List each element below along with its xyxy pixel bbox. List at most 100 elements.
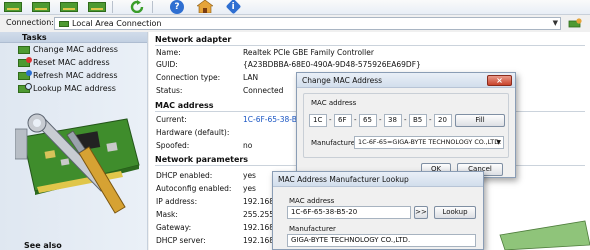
refresh-icon xyxy=(130,0,144,13)
fill-button[interactable]: Fill xyxy=(455,114,505,127)
mac-address-label: MAC address xyxy=(311,99,357,107)
lookup-dialog-title: MAC Address Manufacturer Lookup xyxy=(273,172,483,187)
adapter-name-label: Name: xyxy=(156,48,181,57)
current-mac-label: Current: xyxy=(156,115,187,124)
manufacturer-selected-value: 1C-6F-65=GIGA-BYTE TECHNOLOGY CO.,LTD. xyxy=(358,138,502,146)
spoofed-value: no xyxy=(243,141,253,150)
change-mac-dialog: Change MAC Address × MAC address 1C - 6F… xyxy=(296,72,516,178)
home-icon xyxy=(197,0,213,13)
network-card-refresh-icon xyxy=(18,69,32,80)
lookup-manufacturer-output: GIGA-BYTE TECHNOLOGY CO.,LTD. xyxy=(287,234,476,247)
task-label: Lookup MAC address xyxy=(33,84,116,93)
network-card-icon xyxy=(59,20,69,27)
ip-address-value: 192.168 xyxy=(243,197,275,206)
task-label: Reset MAC address xyxy=(33,58,110,67)
task-label: Refresh MAC address xyxy=(33,71,118,80)
info-icon: i xyxy=(225,0,241,15)
home-toolbar-button[interactable] xyxy=(194,0,216,13)
reset-mac-toolbar-button[interactable] xyxy=(30,0,52,13)
dhcp-server-label: DHCP server: xyxy=(156,236,206,245)
manufacturer-select[interactable]: 1C-6F-65=GIGA-BYTE TECHNOLOGY CO.,LTD. ▼ xyxy=(354,136,504,149)
task-lookup-mac[interactable]: Lookup MAC address xyxy=(0,82,147,95)
tasks-panel: Tasks Change MAC address Reset MAC addre… xyxy=(0,32,148,250)
lookup-button[interactable]: Lookup xyxy=(434,206,476,219)
mac-octet-6-input[interactable]: 20 xyxy=(434,114,452,127)
connection-label: Connection: xyxy=(6,18,54,27)
refresh-mac-toolbar-button[interactable] xyxy=(58,0,80,13)
history-button[interactable]: >> xyxy=(414,206,428,219)
toolbar-separator xyxy=(112,1,113,13)
refresh-connections-icon[interactable] xyxy=(568,18,582,29)
autoconfig-enabled-value: yes xyxy=(243,184,256,193)
lookup-mac-label: MAC address xyxy=(289,197,335,205)
octet-separator: - xyxy=(379,116,382,124)
status-value: Connected xyxy=(243,86,284,95)
change-mac-dialog-title: Change MAC Address × xyxy=(297,73,515,88)
connection-type-label: Connection type: xyxy=(156,73,221,82)
hardware-mac-label: Hardware (default): xyxy=(156,128,230,137)
dhcp-enabled-label: DHCP enabled: xyxy=(156,171,213,180)
network-card-reset-icon xyxy=(18,56,32,67)
dhcp-server-value: 192.168 xyxy=(243,236,275,245)
manufacturer-lookup-dialog: MAC Address Manufacturer Lookup MAC addr… xyxy=(272,171,484,250)
network-card-icon xyxy=(32,1,50,12)
current-mac-value[interactable]: 1C-6F-65-38-B5 xyxy=(243,115,302,124)
connection-select[interactable]: Local Area Connection ▼ xyxy=(54,17,561,30)
manufacturer-label: Manufacturer xyxy=(311,139,358,147)
network-card-icon xyxy=(60,1,78,12)
dialog-title-text: MAC Address Manufacturer Lookup xyxy=(278,175,409,184)
mac-octet-4-input[interactable]: 38 xyxy=(384,114,402,127)
octet-separator: - xyxy=(429,116,432,124)
chevron-down-icon: ▼ xyxy=(496,139,501,146)
connection-bar: Connection: Local Area Connection ▼ xyxy=(0,16,590,31)
adapter-guid-value: {A23BDBBA-68E0-490A-9D48-575926EA69DF} xyxy=(243,60,421,69)
help-toolbar-button[interactable]: ? xyxy=(166,0,188,14)
lookup-mac-toolbar-button[interactable] xyxy=(86,0,108,13)
octet-separator: - xyxy=(329,116,332,124)
mask-value: 255.255 xyxy=(243,210,275,219)
gateway-label: Gateway: xyxy=(156,223,192,232)
network-adapter-title: Network adapter xyxy=(155,35,232,44)
see-also-title: See also xyxy=(24,241,62,250)
chevron-down-icon: ▼ xyxy=(552,19,558,27)
adapter-name-value: Realtek PCIe GBE Family Controller xyxy=(243,48,374,57)
change-mac-toolbar-button[interactable] xyxy=(2,0,24,13)
toolbar-separator xyxy=(152,1,153,13)
dialog-title-text: Change MAC Address xyxy=(302,76,383,85)
refresh-toolbar-button[interactable] xyxy=(126,0,148,13)
help-icon: ? xyxy=(170,0,184,14)
task-change-mac[interactable]: Change MAC address xyxy=(0,43,147,56)
lookup-mac-input[interactable]: 1C-6F-65-38-B5-20 xyxy=(287,206,411,219)
gateway-value: 192.168 xyxy=(243,223,275,232)
mac-octet-5-input[interactable]: B5 xyxy=(409,114,427,127)
network-card-icon xyxy=(4,1,22,12)
network-card-search-icon xyxy=(18,82,32,93)
octet-separator: - xyxy=(354,116,357,124)
mac-octet-2-input[interactable]: 6F xyxy=(334,114,352,127)
about-toolbar-button[interactable]: i xyxy=(222,0,244,15)
lookup-manufacturer-label: Manufacturer xyxy=(289,225,336,233)
connection-type-value: LAN xyxy=(243,73,259,82)
network-card-thumbnail-icon xyxy=(499,220,590,250)
dhcp-enabled-value: yes xyxy=(243,171,256,180)
help-glyph: ? xyxy=(174,1,180,12)
task-refresh-mac[interactable]: Refresh MAC address xyxy=(0,69,147,82)
ip-address-label: IP address: xyxy=(156,197,198,206)
network-card-icon xyxy=(18,45,30,54)
mac-octet-3-input[interactable]: 65 xyxy=(359,114,377,127)
connection-selected-value: Local Area Connection xyxy=(72,19,162,28)
toolbar: ? i xyxy=(0,0,590,15)
tasks-title: Tasks xyxy=(0,32,147,43)
task-reset-mac[interactable]: Reset MAC address xyxy=(0,56,147,69)
info-glyph: i xyxy=(231,1,235,12)
adapter-guid-label: GUID: xyxy=(156,60,178,69)
autoconfig-enabled-label: Autoconfig enabled: xyxy=(156,184,232,193)
task-label: Change MAC address xyxy=(33,45,118,54)
network-card-tools-illustration xyxy=(15,113,140,214)
close-button[interactable]: × xyxy=(487,75,512,86)
status-label: Status: xyxy=(156,86,183,95)
network-parameters-title: Network parameters xyxy=(155,155,249,164)
mac-octet-1-input[interactable]: 1C xyxy=(309,114,327,127)
network-card-icon xyxy=(88,1,106,12)
octet-separator: - xyxy=(404,116,407,124)
